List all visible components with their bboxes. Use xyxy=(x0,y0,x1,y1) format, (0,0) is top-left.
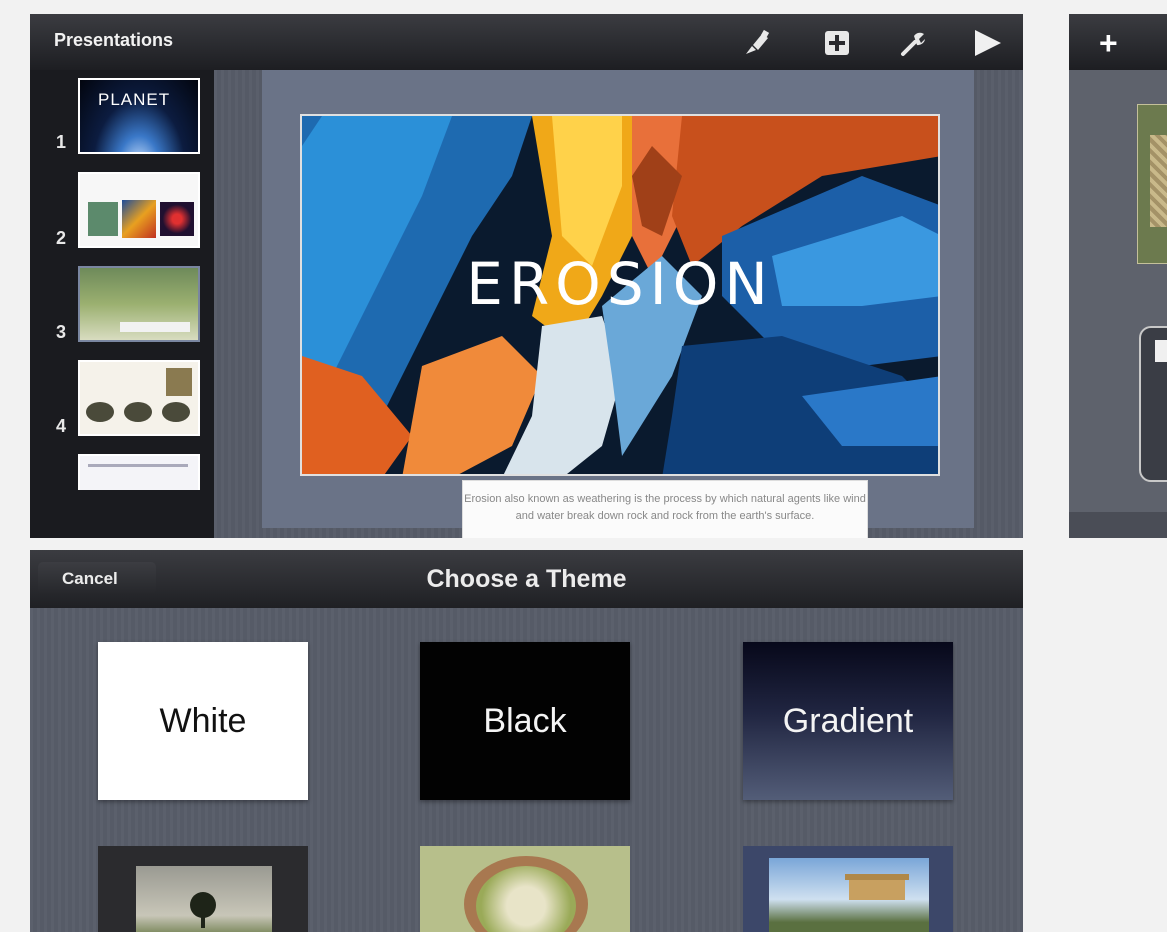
chooser-title: Choose a Theme xyxy=(426,565,627,593)
presentations-toolbar: + xyxy=(1069,14,1167,70)
slide-title[interactable]: EROSION xyxy=(302,250,938,318)
play-icon[interactable] xyxy=(970,26,1004,60)
theme-black[interactable]: Black xyxy=(420,642,630,800)
slide-thumbnail-label: PLANET xyxy=(98,90,171,109)
thumbnail-pattern xyxy=(1150,135,1167,227)
thumbnail-detail xyxy=(1155,340,1167,362)
theme-label: Black xyxy=(483,701,567,740)
presentation-thumbnail[interactable] xyxy=(1139,326,1167,482)
keynote-editor: Presentations 1 PLANET 2 3 4 EROSION Ero… xyxy=(30,14,1023,538)
theme-label: Gradient xyxy=(782,701,914,740)
theme-chooser-bar: Cancel Choose a Theme xyxy=(30,550,1023,608)
editor-toolbar: Presentations xyxy=(30,14,1023,70)
theme-chooser: Cancel Choose a Theme White Black Gradie… xyxy=(30,550,1023,932)
slide-number: 1 xyxy=(56,132,67,152)
slide-stage: EROSION Erosion also known as weathering… xyxy=(262,70,974,538)
paintbrush-icon[interactable] xyxy=(740,26,774,60)
theme-label: White xyxy=(159,701,247,740)
presentation-thumbnail[interactable] xyxy=(1137,104,1167,264)
presentations-panel: + xyxy=(1069,14,1167,538)
theme-photo-temple[interactable] xyxy=(743,846,953,932)
current-slide[interactable]: EROSION xyxy=(300,114,940,476)
wrench-icon[interactable] xyxy=(896,26,930,60)
panel-floor xyxy=(1069,512,1167,538)
slide-navigator: 1 PLANET 2 3 4 xyxy=(30,70,214,538)
slide-number: 3 xyxy=(56,322,67,342)
theme-photo-landscape[interactable] xyxy=(98,846,308,932)
slide-thumbnail-5[interactable] xyxy=(78,454,200,490)
slide-thumbnail-1[interactable]: PLANET xyxy=(78,78,200,154)
theme-gradient[interactable]: Gradient xyxy=(743,642,953,800)
slide-number: 4 xyxy=(56,416,67,436)
theme-white[interactable]: White xyxy=(98,642,308,800)
slide-thumbnail-4[interactable] xyxy=(78,360,200,436)
theme-photo-food[interactable] xyxy=(420,846,630,932)
slide-canvas: EROSION Erosion also known as weathering… xyxy=(214,70,1023,538)
add-presentation-button[interactable]: + xyxy=(1099,25,1118,62)
slide-caption[interactable]: Erosion also known as weathering is the … xyxy=(462,480,868,538)
insert-icon[interactable] xyxy=(820,26,854,60)
slide-thumbnail-3[interactable] xyxy=(78,266,200,342)
presentations-button[interactable]: Presentations xyxy=(54,30,173,51)
slide-number: 2 xyxy=(56,228,67,248)
slide-thumbnail-2[interactable] xyxy=(78,172,200,248)
